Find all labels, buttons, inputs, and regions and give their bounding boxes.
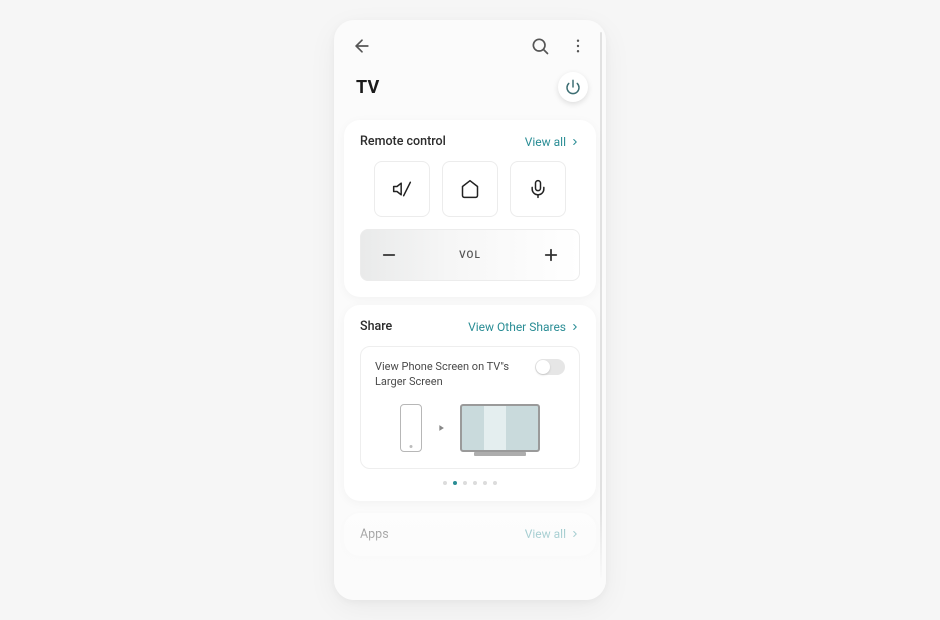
chevron-right-icon [570, 529, 580, 539]
screen-mirror-toggle[interactable] [535, 359, 565, 375]
minus-icon [380, 246, 398, 264]
power-button[interactable] [558, 72, 588, 102]
scroll-indicator [600, 32, 602, 578]
overflow-button[interactable] [566, 34, 590, 58]
title-row: TV [334, 62, 606, 120]
share-view-other[interactable]: View Other Shares [468, 320, 580, 334]
share-card: Share View Other Shares View Phone Scree… [344, 305, 596, 501]
device-frame: TV Remote control View all [334, 20, 606, 600]
page-title: TV [356, 77, 379, 98]
phone-illustration-icon [400, 404, 422, 452]
chevron-right-icon [570, 137, 580, 147]
back-button[interactable] [350, 34, 374, 58]
volume-label: VOL [459, 250, 481, 261]
share-title: Share [360, 319, 392, 334]
pager-dot[interactable] [483, 481, 487, 485]
share-illustration [375, 404, 565, 452]
mic-button[interactable] [510, 161, 566, 217]
mute-button[interactable] [374, 161, 430, 217]
home-icon [460, 179, 480, 199]
pager-dot[interactable] [443, 481, 447, 485]
tv-illustration-icon [460, 404, 540, 452]
arrow-left-icon [352, 36, 372, 56]
pager [360, 481, 580, 485]
more-vertical-icon [569, 37, 587, 55]
apps-title: Apps [360, 527, 389, 542]
mute-icon [392, 179, 412, 199]
plus-icon [542, 246, 560, 264]
remote-view-all[interactable]: View all [525, 135, 580, 149]
remote-title: Remote control [360, 134, 446, 149]
top-bar [334, 20, 606, 62]
search-button[interactable] [528, 34, 552, 58]
home-button[interactable] [442, 161, 498, 217]
apps-view-all[interactable]: View all [525, 527, 580, 541]
share-description: View Phone Screen on TV"s Larger Screen [375, 359, 525, 390]
pager-dot[interactable] [453, 481, 457, 485]
power-icon [565, 79, 581, 95]
share-tile[interactable]: View Phone Screen on TV"s Larger Screen [360, 346, 580, 469]
remote-card: Remote control View all [344, 120, 596, 297]
content: Remote control View all [334, 120, 606, 556]
search-icon [530, 36, 550, 56]
pager-dot[interactable] [473, 481, 477, 485]
pager-dot[interactable] [493, 481, 497, 485]
apps-card: Apps View all [344, 513, 596, 556]
arrow-right-icon [436, 423, 446, 433]
volume-down-button[interactable] [375, 241, 403, 269]
microphone-icon [528, 179, 548, 199]
share-view-other-label: View Other Shares [468, 320, 566, 334]
volume-bar: VOL [360, 229, 580, 281]
pager-dot[interactable] [463, 481, 467, 485]
volume-up-button[interactable] [537, 241, 565, 269]
chevron-right-icon [570, 322, 580, 332]
remote-view-all-label: View all [525, 135, 566, 149]
apps-view-all-label: View all [525, 527, 566, 541]
